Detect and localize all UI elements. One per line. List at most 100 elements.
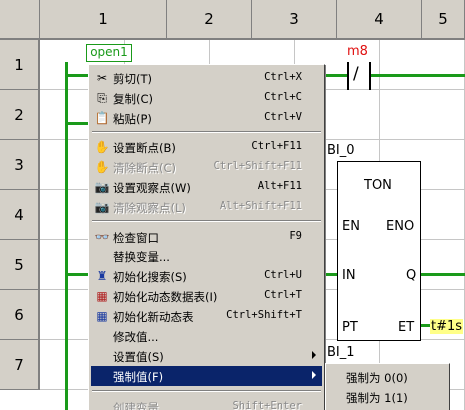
ton-in-wire xyxy=(325,273,337,276)
ton-title: TON xyxy=(364,178,392,193)
menu-item-set-watchpoint[interactable]: 📷 设置观察点(W) Alt+F11 xyxy=(91,177,322,197)
row-header-2[interactable]: 2 xyxy=(0,90,40,140)
menu-item-label: 清除断点(C) xyxy=(113,161,177,175)
menu-item-shortcut: Ctrl+T xyxy=(264,289,302,301)
menu-item-label: 设置观察点(W) xyxy=(113,181,191,195)
menu-item-clear-breakpoint[interactable]: ✋ 清除断点(C) Ctrl+Shift+F11 xyxy=(91,157,322,177)
menu-item-shortcut: Alt+Shift+F11 xyxy=(219,200,302,212)
submenu-item-force-1[interactable]: 强制为 1(1) xyxy=(328,387,447,407)
rung-1-wire-end xyxy=(370,74,465,77)
row-header-7[interactable]: 7 xyxy=(0,340,40,390)
menu-item-label: 初始化动态数据表(I) xyxy=(113,290,218,304)
menu-item-label: 设置断点(B) xyxy=(113,141,176,155)
menu-item-label: 检查窗口 xyxy=(113,231,159,245)
menu-item-shortcut: Ctrl+F11 xyxy=(251,140,302,152)
grid-corner xyxy=(0,0,40,40)
column-header-5[interactable]: 5 xyxy=(422,0,465,40)
ton-pin-in: IN xyxy=(342,268,356,283)
init-search-icon: ♜ xyxy=(96,269,108,283)
row-header-6[interactable]: 6 xyxy=(0,290,40,340)
ton-block[interactable]: TON EN ENO IN Q PT ET xyxy=(337,161,421,341)
row-header-3[interactable]: 3 xyxy=(0,140,40,190)
menu-item-init-search[interactable]: ♜ 初始化搜索(S) Ctrl+U xyxy=(91,266,322,286)
column-header-label: 4 xyxy=(374,10,384,28)
row-header-label: 4 xyxy=(14,205,24,224)
hand-icon: ✋ xyxy=(94,140,110,154)
row-header-4[interactable]: 4 xyxy=(0,190,40,240)
menu-item-label: 强制值(F) xyxy=(113,370,164,384)
menu-item-shortcut: Ctrl+V xyxy=(264,111,302,123)
next-block-instance-label[interactable]: BI_1 xyxy=(327,345,355,360)
rung-2-wire xyxy=(65,122,90,125)
row-header-label: 1 xyxy=(14,55,24,74)
menu-separator xyxy=(92,220,321,222)
menu-item-label: 初始化新动态表 xyxy=(113,310,194,324)
submenu-arrow-icon xyxy=(312,371,316,379)
ton-et-value[interactable]: t#1s xyxy=(430,319,464,334)
contact-open1-label[interactable]: open1 xyxy=(86,44,132,62)
ton-instance-label[interactable]: BI_0 xyxy=(327,143,355,158)
submenu-arrow-icon xyxy=(312,351,316,359)
rung-1-wire-right xyxy=(325,74,347,77)
new-table-icon: ▦ xyxy=(96,309,108,323)
column-header-2[interactable]: 2 xyxy=(167,0,252,40)
menu-item-label: 强制为 1(1) xyxy=(346,391,408,405)
column-header-4[interactable]: 4 xyxy=(337,0,422,40)
column-header-label: 2 xyxy=(204,10,214,28)
left-power-rail xyxy=(65,62,68,410)
menu-item-set-value[interactable]: 设置值(S) xyxy=(91,346,322,366)
row-header-label: 3 xyxy=(14,155,24,174)
menu-item-label: 替换变量... xyxy=(113,250,170,264)
menu-item-init-new-dynamic-table[interactable]: ▦ 初始化新动态表 Ctrl+Shift+T xyxy=(91,306,322,326)
column-header-1[interactable]: 1 xyxy=(40,0,167,40)
menu-item-shortcut: Shift+Enter xyxy=(232,400,302,410)
column-header-label: 3 xyxy=(289,10,299,28)
menu-item-paste[interactable]: 📋 粘贴(P) Ctrl+V xyxy=(91,108,322,128)
column-header-3[interactable]: 3 xyxy=(252,0,337,40)
hand-off-icon: ✋ xyxy=(94,160,110,174)
menu-item-init-dynamic-table[interactable]: ▦ 初始化动态数据表(I) Ctrl+T xyxy=(91,286,322,306)
menu-item-label: 设置值(S) xyxy=(113,350,164,364)
menu-item-cut[interactable]: ✂ 剪切(T) Ctrl+X xyxy=(91,68,322,88)
column-header-label: 5 xyxy=(438,10,448,28)
ton-pin-pt: PT xyxy=(342,320,358,335)
copy-icon: ⎘ xyxy=(97,91,107,105)
menu-item-force-value[interactable]: 强制值(F) xyxy=(91,366,322,386)
menu-separator xyxy=(92,131,321,133)
row-header-label: 6 xyxy=(14,305,24,324)
glasses-icon: 👓 xyxy=(94,230,110,244)
menu-item-label: 复制(C) xyxy=(113,92,154,106)
menu-item-inspect-window[interactable]: 👓 检查窗口 F9 xyxy=(91,227,322,247)
menu-item-label: 初始化搜索(S) xyxy=(113,270,187,284)
menu-item-create-variable[interactable]: 创建变量... Shift+Enter xyxy=(91,397,322,410)
contact-m8[interactable]: / xyxy=(347,62,371,90)
menu-item-copy[interactable]: ⎘ 复制(C) Ctrl+C xyxy=(91,88,322,108)
ton-pin-eno: ENO xyxy=(386,219,415,234)
menu-separator xyxy=(92,390,321,392)
submenu-item-force-0[interactable]: 强制为 0(0) xyxy=(328,367,447,387)
menu-item-shortcut: Ctrl+Shift+T xyxy=(226,309,302,321)
menu-item-clear-watchpoint[interactable]: 📷 清除观察点(L) Alt+Shift+F11 xyxy=(91,197,322,217)
menu-item-shortcut: F9 xyxy=(289,230,302,242)
menu-item-shortcut: Ctrl+X xyxy=(264,71,302,83)
ton-q-wire xyxy=(421,273,465,276)
ladder-editor: 1 2 3 4 5 1 2 3 4 5 6 7 open1 m8 / BI_0 … xyxy=(0,0,465,410)
menu-item-shortcut: Alt+F11 xyxy=(257,180,302,192)
camera-off-icon: 📷 xyxy=(94,200,110,214)
row-header-1[interactable]: 1 xyxy=(0,40,40,90)
ton-pin-q: Q xyxy=(406,268,417,283)
menu-item-modify-value[interactable]: 修改值... xyxy=(91,326,322,346)
menu-item-label: 清除观察点(L) xyxy=(113,201,186,215)
menu-item-set-breakpoint[interactable]: ✋ 设置断点(B) Ctrl+F11 xyxy=(91,137,322,157)
menu-item-label: 粘贴(P) xyxy=(113,112,152,126)
ton-pin-et: ET xyxy=(398,320,415,335)
contact-m8-label[interactable]: m8 xyxy=(347,44,368,59)
menu-item-replace-variable[interactable]: 替换变量... xyxy=(91,246,322,266)
row-header-label: 7 xyxy=(14,355,24,374)
row-header-5[interactable]: 5 xyxy=(0,240,40,290)
contact-m8-symbol: / xyxy=(353,64,359,84)
row-header-label: 5 xyxy=(14,255,24,274)
ton-pin-en: EN xyxy=(342,219,360,234)
column-header-label: 1 xyxy=(98,10,108,28)
menu-item-label: 创建变量... xyxy=(113,401,170,410)
